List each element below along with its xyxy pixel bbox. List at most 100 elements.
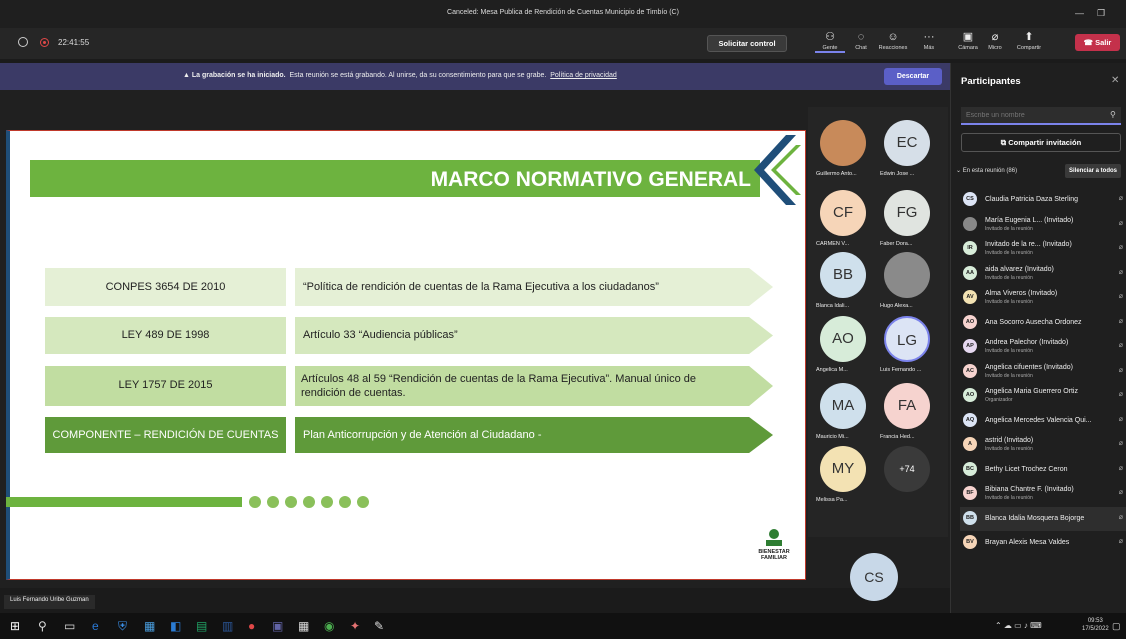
participant-row[interactable]: CS Claudia Patricia Daza Sterling ⌀ <box>960 188 1126 212</box>
row-4-text: Plan Anticorrupción y de Atención al Ciu… <box>303 429 542 441</box>
windows-start-icon[interactable]: ⊞ <box>10 619 20 633</box>
shared-slide: MARCO NORMATIVO GENERAL CONPES 3654 DE 2… <box>6 130 806 580</box>
maximize-icon[interactable]: ❐ <box>1097 8 1105 19</box>
participant-search-input[interactable] <box>961 107 1101 123</box>
store-icon[interactable]: ▦ <box>144 619 155 633</box>
participant-row[interactable]: BC Bethy Licet Trochez Ceron ⌀ <box>960 458 1126 482</box>
participant-tile[interactable]: LG <box>884 316 930 362</box>
privacy-link[interactable]: Política de privacidad <box>550 72 617 79</box>
avatar: BV <box>963 535 977 549</box>
participant-name: Ana Socorro Ausecha Ordonez <box>985 318 1082 326</box>
avatar: BC <box>963 461 977 476</box>
avatar: CS <box>963 192 977 206</box>
participant-tile[interactable] <box>884 252 930 298</box>
participant-row[interactable]: AA aida alvarez (Invitado) Invitado de la … <box>960 262 1126 286</box>
row-4-label: COMPONENTE – RENDICIÓN DE CUENTAS <box>52 429 279 441</box>
participant-name: Claudia Patricia Daza Sterling <box>985 196 1078 203</box>
reactions-button[interactable]: ☺ Reacciones <box>878 30 908 51</box>
participant-role: Invitado de la reunión <box>985 348 1033 354</box>
calculator-icon[interactable]: ▦ <box>298 619 309 633</box>
share-button[interactable]: ⬆ Compartir <box>1014 30 1044 51</box>
participant-tile[interactable]: MY <box>820 446 866 492</box>
participant-row[interactable]: Aastrid (Invitado) Invitado de la reunión… <box>960 433 1126 457</box>
chrome-icon[interactable]: ◉ <box>324 619 334 633</box>
mic-button[interactable]: ⌀ Micro <box>980 30 1010 51</box>
participant-row[interactable]: María Eugenia L... (Invitado) Invitado de… <box>960 213 1126 237</box>
participant-tile[interactable]: FG <box>884 190 930 236</box>
mic-off-icon: ⌀ <box>1118 513 1123 521</box>
outlook-icon[interactable]: ◧ <box>170 619 181 633</box>
participant-row[interactable]: AP Andrea Palechor (Invitado) Invitado de … <box>960 335 1126 359</box>
participant-name: Bethy Licet Trochez Ceron <box>985 465 1068 473</box>
participant-row[interactable]: AV Alma Viveros (Invitado) Invitado de la … <box>960 286 1126 310</box>
task-view-icon[interactable]: ▭ <box>64 619 75 633</box>
leave-button[interactable]: ☎ Salir <box>1075 34 1120 51</box>
share-invite-button[interactable]: ⧉ Compartir invitación <box>961 133 1121 152</box>
participant-row[interactable]: BV Brayan Alexis Mesa Valdes ⌀ <box>960 531 1126 555</box>
people-button[interactable]: ⚇ Gente <box>815 30 845 53</box>
participant-tile-name: Blanca Idali... <box>816 303 850 309</box>
self-view: CS <box>850 553 898 601</box>
participant-role: Invitado de la reunión <box>985 372 1033 379</box>
media-icon[interactable]: ● <box>248 619 255 633</box>
participant-row[interactable]: BB Blanca Idalia Mosquera Bojorge ⌀ <box>960 506 1126 531</box>
banner-message: ▲ La grabación se ha iniciado. Esta reun… <box>183 72 617 79</box>
participant-tile[interactable]: AO <box>820 316 866 362</box>
participant-role: Invitado de la reunión <box>985 250 1033 256</box>
participant-tile[interactable] <box>820 120 866 166</box>
row-2-text: Artículo 33 “Audiencia públicas” <box>303 329 458 341</box>
excel-icon[interactable]: ▤ <box>196 619 207 633</box>
defender-icon[interactable]: ⛨ <box>118 619 127 633</box>
participant-row[interactable]: AC Angelica cifuentes (Invitado) Invitado … <box>960 360 1126 384</box>
close-icon[interactable]: ✕ <box>1111 75 1119 86</box>
mic-off-icon: ⌀ <box>1118 244 1123 251</box>
participant-row[interactable]: AQ Angelica Mercedes Valencia Qui... ⌀ <box>960 409 1126 433</box>
edge-icon[interactable]: e <box>92 619 99 633</box>
search-icon: ⚲ <box>1110 110 1116 119</box>
word-icon[interactable]: ▥ <box>222 619 233 633</box>
tray-icons[interactable]: ⌃ ☁ ▭ ♪ ⌨ <box>995 619 1042 633</box>
chat-button[interactable]: ◌ Chat <box>846 30 876 51</box>
avatar: AP <box>963 339 977 353</box>
camera-button[interactable]: ▣ Cámara <box>953 30 983 51</box>
participant-row[interactable]: IR Invitado de la re... (Invitado) Invitad… <box>960 237 1126 261</box>
window-title: Canceled: Mesa Publica de Rendición de C… <box>447 9 679 16</box>
participant-name: Angelica Maria Guerrero Ortiz <box>985 388 1078 395</box>
more-button[interactable]: ··· Más <box>914 30 944 51</box>
participant-tile[interactable]: MA <box>820 383 866 429</box>
teams-icon[interactable]: ▣ <box>272 619 283 633</box>
dismiss-button[interactable]: Descartar <box>884 68 942 85</box>
participant-name: María Eugenia L... (Invitado) <box>985 216 1074 224</box>
bottom-bar <box>6 497 242 507</box>
participant-tile[interactable]: FA <box>884 383 930 429</box>
participant-tile[interactable]: +74 <box>884 446 930 492</box>
mic-off-icon: ⌀ <box>1118 391 1123 398</box>
avatar: AA <box>963 265 977 280</box>
app-icon[interactable]: ✦ <box>350 619 360 633</box>
participant-tile-name: Mauricio Mi... <box>816 434 849 440</box>
participant-row[interactable]: AO Ana Socorro Ausecha Ordonez ⌀ <box>960 311 1126 335</box>
participant-tile[interactable]: BB <box>820 252 866 298</box>
participant-tile[interactable]: EC <box>884 120 930 166</box>
mic-off-icon: ⌀ <box>1118 464 1123 472</box>
in-meeting-header[interactable]: ⌄ En esta reunión (86) <box>956 167 1017 174</box>
notifications-icon[interactable]: ▢ <box>1112 619 1121 633</box>
minimize-icon[interactable]: — <box>1075 8 1084 18</box>
participant-row[interactable]: BF Bibiana Chantre F. (Invitado) Invitado … <box>960 482 1126 506</box>
avatar: BF <box>963 486 977 500</box>
participant-row[interactable]: AO Angelica Maria Guerrero Ortiz Organizad… <box>960 384 1126 408</box>
participant-role: Invitado de la reunión <box>985 274 1033 281</box>
mic-off-icon: ⌀ <box>1118 317 1123 325</box>
logo-chevron <box>754 135 801 205</box>
participant-tile[interactable]: CF <box>820 190 866 236</box>
participant-tile-name: Luis Fernando ... <box>880 367 922 373</box>
chat-icon: ◌ <box>857 31 865 43</box>
mute-all-button[interactable]: Silenciar a todos <box>1065 164 1121 178</box>
paint-icon[interactable]: ✎ <box>374 619 384 633</box>
search-taskbar-icon[interactable]: ⚲ <box>38 619 47 633</box>
avatar <box>963 216 977 231</box>
request-control-button[interactable]: Solicitar control <box>707 35 787 52</box>
warning-icon: ▲ <box>183 72 192 79</box>
clock: 09:53 17/5/2022 <box>1082 618 1109 632</box>
participant-name: Brayan Alexis Mesa Valdes <box>985 539 1070 546</box>
